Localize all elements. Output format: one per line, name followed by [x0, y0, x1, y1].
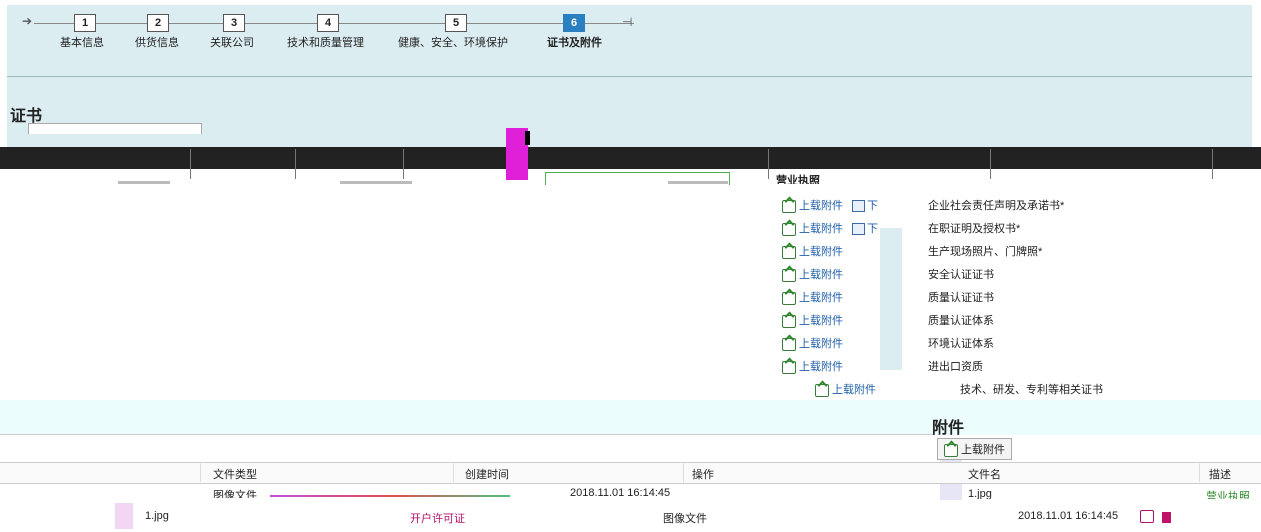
- end-marker-icon: ⊣: [622, 15, 633, 29]
- cert-row-partial: 营业执照: [776, 175, 820, 184]
- upload-icon: [944, 443, 958, 457]
- upload-icon: [782, 268, 796, 282]
- bottom-file-type: 图像文件: [663, 513, 707, 525]
- column-shade: [880, 228, 902, 370]
- cert-name: 环境认证体系: [928, 338, 994, 350]
- document-icon: [852, 223, 865, 236]
- upload-attachment-link[interactable]: 上载附件: [782, 220, 843, 236]
- upload-icon: [782, 245, 796, 259]
- upload-attachment-link[interactable]: 上载附件: [782, 289, 843, 305]
- step-6-label[interactable]: 证书及附件: [547, 34, 602, 50]
- column-divider: [990, 149, 991, 179]
- upload-attachment-button[interactable]: 上载附件: [937, 438, 1012, 460]
- certificates-panel: [7, 76, 1252, 147]
- upload-icon: [782, 199, 796, 213]
- column-divider: [453, 462, 454, 482]
- upload-icon: [782, 360, 796, 374]
- upload-attachment-link[interactable]: 上载附件: [782, 335, 843, 351]
- row-marker: [115, 503, 133, 529]
- cert-name: 安全认证证书: [928, 269, 994, 281]
- document-icon: [852, 200, 865, 213]
- file-type-header: 文件类型: [213, 469, 257, 481]
- upload-icon: [782, 291, 796, 305]
- certificates-toolbar: [28, 123, 202, 134]
- band: [0, 400, 1261, 435]
- file-name-cell[interactable]: 1.jpg: [968, 488, 992, 499]
- row-placeholder: [340, 181, 412, 184]
- trash-icon[interactable]: [1162, 510, 1171, 524]
- column-divider: [1199, 462, 1200, 482]
- column-divider: [200, 462, 201, 482]
- upload-attachment-link[interactable]: 上载附件: [782, 266, 843, 282]
- column-divider: [768, 149, 769, 179]
- download-link[interactable]: 下: [852, 197, 878, 213]
- step-5-label[interactable]: 健康、安全、环境保护: [398, 34, 508, 50]
- file-name-header: 文件名: [968, 469, 1001, 481]
- file-type-cell: 图像文件: [213, 490, 257, 498]
- step-2-label[interactable]: 供货信息: [135, 34, 179, 50]
- bottom-created-time: 2018.11.01 16:14:45: [1018, 510, 1119, 522]
- step-1-label[interactable]: 基本信息: [60, 34, 104, 50]
- upload-attachment-link[interactable]: 上载附件: [782, 312, 843, 328]
- step-4-label[interactable]: 技术和质量管理: [287, 34, 364, 50]
- step-2-number[interactable]: 2: [147, 14, 169, 32]
- upload-attachment-link[interactable]: 上载附件: [782, 243, 843, 259]
- description-cell: 营业执照: [1206, 491, 1250, 499]
- upload-icon: [782, 314, 796, 328]
- description-header: 描述: [1209, 469, 1231, 481]
- cert-name: 进出口资质: [928, 361, 983, 373]
- step-3-label[interactable]: 关联公司: [210, 34, 254, 50]
- column-divider: [683, 462, 684, 482]
- cert-input-partial[interactable]: [545, 172, 730, 185]
- operations-header: 操作: [692, 469, 714, 481]
- cert-name: 质量认证证书: [928, 292, 994, 304]
- bottom-cert-name: 开户许可证: [410, 513, 465, 525]
- column-divider: [403, 149, 404, 179]
- column-divider: [295, 149, 296, 179]
- download-link[interactable]: 下: [852, 220, 878, 236]
- overlay-bar: [525, 131, 530, 145]
- upload-icon: [782, 337, 796, 351]
- cert-name: 质量认证体系: [928, 315, 994, 327]
- column-divider: [1212, 149, 1213, 179]
- upload-attachment-link[interactable]: 上载附件: [782, 358, 843, 374]
- upload-attachment-link[interactable]: 上载附件: [782, 197, 843, 213]
- step-3-number[interactable]: 3: [223, 14, 245, 32]
- divider: [0, 434, 935, 435]
- bottom-file-name[interactable]: 1.jpg: [145, 510, 169, 522]
- upload-icon: [782, 222, 796, 236]
- cert-name: 在职证明及授权书*: [928, 223, 1021, 235]
- attachments-title: 附件: [932, 420, 965, 437]
- cert-name: 生产现场照片、门牌照*: [928, 246, 1043, 258]
- column-divider: [190, 149, 191, 179]
- step-5-number[interactable]: 5: [445, 14, 467, 32]
- created-time-cell: 2018.11.01 16:14:45: [570, 487, 671, 498]
- row-highlight: [270, 495, 510, 497]
- step-6-number[interactable]: 6: [563, 14, 585, 32]
- step-4-number[interactable]: 4: [317, 14, 339, 32]
- row-placeholder: [118, 181, 170, 184]
- upload-attachment-link[interactable]: 上载附件: [815, 381, 876, 397]
- edit-icon[interactable]: [1140, 509, 1158, 524]
- step-1-number[interactable]: 1: [74, 14, 96, 32]
- cert-name: 技术、研发、专利等相关证书: [960, 384, 1103, 396]
- upload-icon: [815, 383, 829, 397]
- start-arrow-icon: ➔: [22, 14, 33, 28]
- created-time-header: 创建时间: [465, 469, 509, 481]
- cert-name: 企业社会责任声明及承诺书*: [928, 200, 1065, 212]
